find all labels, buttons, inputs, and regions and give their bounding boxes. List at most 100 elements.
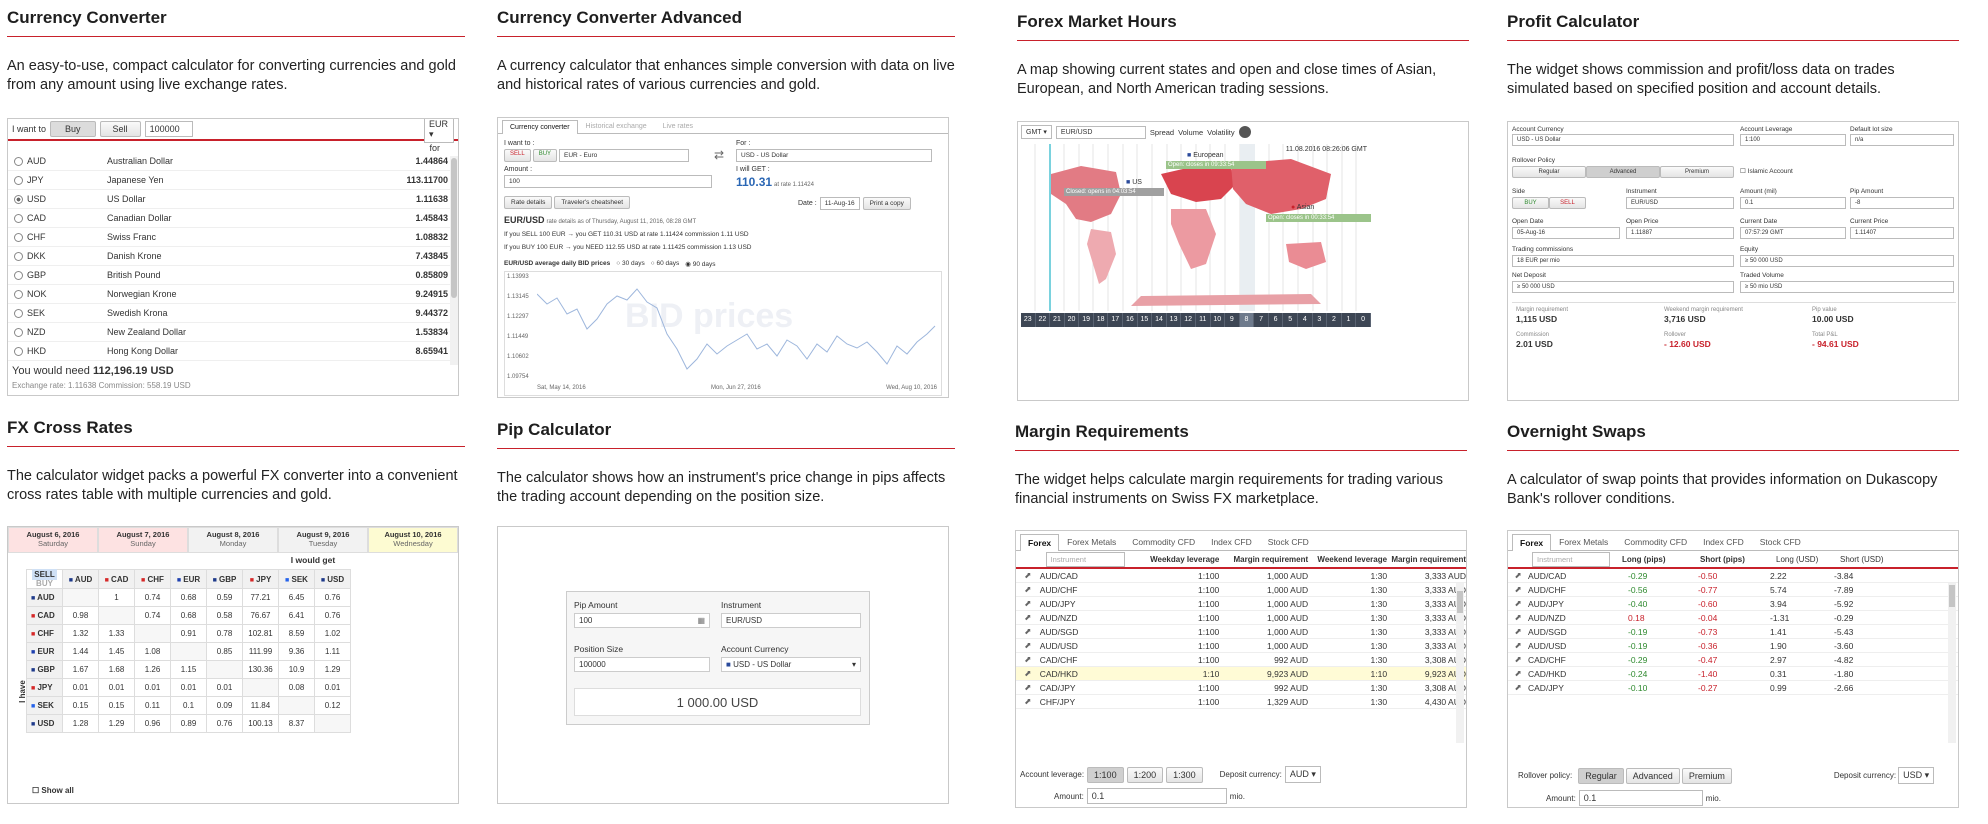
current-date-input[interactable]: 07:57:29 GMT [1740,227,1846,239]
sell-toggle[interactable]: SELL [504,149,531,162]
rate-cell[interactable]: 0.1 [170,696,207,715]
rate-cell[interactable]: 76.67 [242,606,279,625]
table-row[interactable]: ⬈ AUD/USD -0.19 -0.36 1.90 -3.60 [1508,639,1958,653]
margin-req-preview[interactable]: Forex Forex Metals Commodity CFD Index CFD S… [1015,530,1467,808]
rate-cell[interactable]: 1.26 [134,660,171,679]
table-row[interactable]: ⬈ AUD/CHF 1:100 1,000 AUD 1:30 3,333 AUD [1016,583,1466,597]
chart-icon[interactable]: ⬈ [1508,570,1528,581]
chart-icon[interactable]: ⬈ [1016,682,1040,693]
range-30[interactable]: ○ 30 days [616,260,645,268]
range-60[interactable]: ○ 60 days [651,260,680,268]
chart-icon[interactable]: ⬈ [1016,668,1040,679]
rate-cell[interactable]: 0.85 [206,642,243,661]
radio-button[interactable] [14,232,23,242]
session-european-bar[interactable]: Open: closes in 09:33:54 [1166,161,1266,169]
table-row[interactable]: ■ GBP 1.67 1.68 1.26 1.15 130.36 10.9 1.29 [26,660,351,679]
col-short-pips[interactable]: Short (pips) [1694,555,1776,564]
card-title[interactable]: Overnight Swaps [1507,422,1959,451]
net-deposit-select[interactable]: ≥ 50 000 USD [1512,281,1734,293]
rate-cell[interactable]: 0.76 [314,588,351,607]
rollover-advanced[interactable]: Advanced [1586,166,1660,178]
rate-cell[interactable]: 1.45 [98,642,135,661]
scrollbar-thumb[interactable] [451,158,457,298]
rate-cell[interactable]: 0.15 [98,696,135,715]
chart-icon[interactable]: ⬈ [1016,598,1040,609]
card-title[interactable]: Currency Converter Advanced [497,8,955,37]
rate-cell[interactable]: 0.96 [134,714,171,733]
rate-cell[interactable]: 77.21 [242,588,279,607]
rate-cell[interactable]: 0.12 [314,696,351,715]
row-header[interactable]: ■ JPY [26,678,63,697]
radio-button[interactable] [14,213,23,223]
forex-hours-preview[interactable]: GMT ▾ EUR/USD Spread Volume Volatility 1… [1017,121,1469,401]
radio-button[interactable] [14,175,23,185]
list-item[interactable]: AUD Australian Dollar 1.44864 [8,152,452,171]
rate-cell[interactable]: 1 [98,588,135,607]
list-item[interactable]: HKD Hong Kong Dollar 8.65941 [8,342,452,361]
table-row[interactable]: ⬈ AUD/SGD 1:100 1,000 AUD 1:30 3,333 AUD [1016,625,1466,639]
rate-cell[interactable]: 100.13 [242,714,279,733]
row-header[interactable]: ■ CAD [26,606,63,625]
column-header[interactable]: ■ JPY [242,569,279,589]
card-title[interactable]: Forex Market Hours [1017,12,1469,41]
date-tab[interactable]: August 6, 2016 Saturday [8,527,98,553]
rate-cell[interactable]: 10.9 [278,660,315,679]
amount-input[interactable]: 100000 [144,121,193,137]
leverage-100[interactable]: 1:100 [1087,766,1124,783]
row-header[interactable]: ■ AUD [26,588,63,607]
opt-volume[interactable]: Volume [1178,128,1203,137]
rollover-premium[interactable]: Premium [1660,166,1734,178]
rate-cell[interactable]: 1.29 [314,660,351,679]
chart-icon[interactable]: ⬈ [1016,654,1040,665]
to-currency-select[interactable]: USD - US Dollar [736,149,932,162]
chart-icon[interactable]: ⬈ [1508,668,1528,679]
rate-cell[interactable]: 0.08 [278,678,315,697]
rate-cell[interactable]: 11.84 [242,696,279,715]
lot-size-select[interactable]: n/a [1850,134,1954,146]
amount-input[interactable]: 0.1 [1086,788,1227,804]
tab-live-rates[interactable]: Live rates [655,119,701,133]
date-tab[interactable]: August 8, 2016 Monday [188,527,278,553]
table-row[interactable]: ⬈ AUD/JPY -0.40 -0.60 3.94 -5.92 [1508,597,1958,611]
table-row[interactable]: ■ CAD 0.98 0.74 0.68 0.58 76.67 6.41 0.76 [26,606,351,625]
card-title[interactable]: Margin Requirements [1015,422,1467,451]
radio-button[interactable] [14,251,23,261]
tab-index-cfd[interactable]: Index CFD [1695,533,1752,550]
date-input[interactable]: 11-Aug-16 [819,197,860,210]
col-weekend-leverage[interactable]: Weekend leverage [1308,555,1387,564]
table-row[interactable]: ■ EUR 1.44 1.45 1.08 0.85 111.99 9.36 1.11 [26,642,351,661]
chart-icon[interactable]: ⬈ [1016,584,1040,595]
row-header[interactable]: ■ SEK [26,696,63,715]
deposit-select[interactable]: USD ▾ [1898,767,1935,784]
rate-cell[interactable] [242,678,279,697]
opt-spread[interactable]: Spread [1150,128,1174,137]
rate-cell[interactable]: 0.76 [206,714,243,733]
table-row[interactable]: ■ JPY 0.01 0.01 0.01 0.01 0.01 0.08 0.01 [26,678,351,697]
pair-select[interactable]: EUR/USD [1055,125,1146,139]
amount-input[interactable]: 0.1 [1740,197,1846,209]
instrument-search[interactable]: Instrument [1045,551,1125,567]
deposit-select[interactable]: AUD ▾ [1284,766,1321,783]
account-currency-select[interactable]: USD - US Dollar [1512,134,1734,146]
row-header[interactable]: ■ USD [26,714,63,733]
rate-cell[interactable]: 1.68 [98,660,135,679]
tab-stock-cfd[interactable]: Stock CFD [1260,533,1317,550]
rollover-advanced[interactable]: Advanced [1625,767,1680,784]
session-us-bar[interactable]: Closed: opens in 04:03:54 [1064,188,1164,196]
amount-input[interactable]: 100 [504,175,712,188]
table-row[interactable]: ⬈ CAD/HKD -0.24 -1.40 0.31 -1.80 [1508,667,1958,681]
column-header[interactable]: ■ AUD [62,569,99,589]
column-header[interactable]: ■ SEK [278,569,315,589]
rate-cell[interactable]: 6.41 [278,606,315,625]
table-row[interactable]: ■ SEK 0.15 0.15 0.11 0.1 0.09 11.84 0.12 [26,696,351,715]
rate-cell[interactable]: 1.08 [134,642,171,661]
rate-cell[interactable]: 0.01 [314,678,351,697]
buy-button[interactable]: Buy [50,121,96,137]
radio-button[interactable] [14,156,23,166]
radio-button[interactable] [14,270,23,280]
rate-cell[interactable]: 0.76 [314,606,351,625]
rate-cell[interactable]: 1.29 [98,714,135,733]
session-asian-bar[interactable]: Open: closes in 00:33:54 [1266,214,1371,222]
sell-buy-toggle[interactable]: SELL BUY [26,569,63,589]
rate-cell[interactable]: 0.11 [134,696,171,715]
